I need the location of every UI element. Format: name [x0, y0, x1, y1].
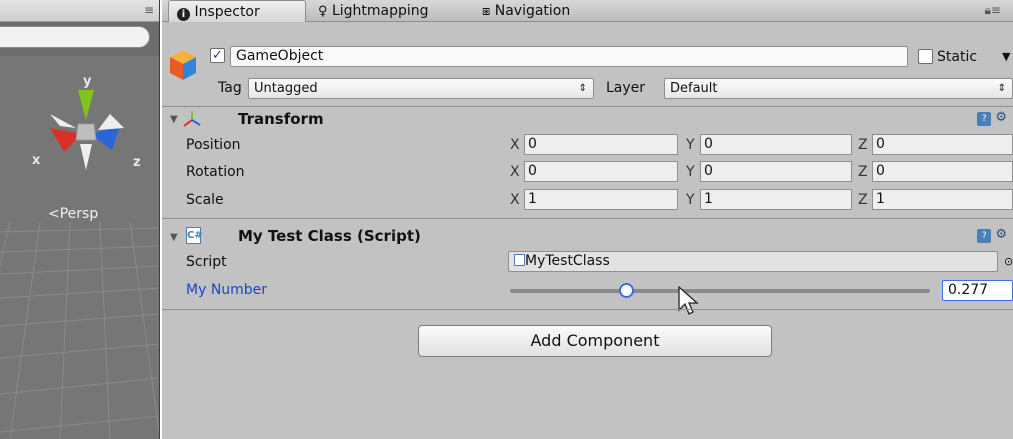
z-label: Z: [858, 137, 868, 153]
popup-arrows-icon: ⇕: [578, 83, 587, 94]
layer-dropdown[interactable]: Default ⇕: [664, 78, 1013, 99]
tab-label: Navigation: [494, 3, 571, 19]
tab-lightmapping[interactable]: ♀ Lightmapping: [310, 0, 470, 22]
axis-label-x: x: [32, 153, 41, 168]
script-object-field[interactable]: MyTestClass: [508, 251, 998, 272]
navigation-icon: ⧆: [482, 4, 491, 19]
separator: [162, 106, 1013, 107]
object-picker-icon[interactable]: ⊙: [1004, 252, 1013, 272]
static-checkbox[interactable]: [918, 49, 933, 64]
y-label: Y: [686, 164, 695, 180]
help-gear-icons[interactable]: ? ⚙: [977, 110, 1007, 126]
x-label: X: [510, 164, 520, 180]
z-label: Z: [858, 192, 868, 208]
separator: [162, 218, 1013, 219]
tab-label: Inspector: [194, 4, 260, 20]
projection-toggle[interactable]: <Persp: [48, 206, 98, 222]
tab-bar: i Inspector ♀ Lightmapping ⧆ Navigation …: [162, 0, 1013, 22]
script-file-icon: [514, 254, 525, 266]
position-y-field[interactable]: 0: [700, 134, 852, 155]
static-label: Static: [937, 49, 978, 65]
inspector-panel: i Inspector ♀ Lightmapping ⧆ Navigation …: [162, 0, 1013, 439]
tag-label: Tag: [218, 80, 242, 96]
neg-y-cone: [80, 144, 92, 170]
my-number-label: My Number: [186, 282, 268, 298]
y-label: Y: [686, 137, 695, 153]
tag-dropdown[interactable]: Untagged ⇕: [248, 78, 594, 99]
tab-inspector[interactable]: i Inspector: [168, 0, 306, 22]
y-axis-cone: [78, 90, 94, 120]
popup-arrows-icon: ⇕: [997, 83, 1006, 94]
script-component-title: My Test Class (Script): [238, 227, 421, 245]
script-value: MyTestClass: [525, 253, 610, 269]
help-icon[interactable]: ?: [977, 229, 992, 243]
x-label: X: [510, 137, 520, 153]
chevron-down-icon[interactable]: ▼: [1002, 47, 1010, 67]
foldout-arrow-icon[interactable]: ▼: [170, 114, 178, 125]
scene-grid: [0, 222, 159, 439]
help-icon[interactable]: ?: [977, 112, 992, 126]
rotation-y-field[interactable]: 0: [700, 161, 852, 182]
scene-view[interactable]: ≡ y x z <Persp: [0, 0, 160, 439]
layer-label: Layer: [606, 80, 646, 96]
gear-icon[interactable]: ⚙: [995, 227, 1007, 242]
neg-z-cone: [50, 114, 76, 128]
rotation-x-field[interactable]: 0: [524, 161, 678, 182]
x-label: X: [510, 192, 520, 208]
scene-toolbar: ≡: [0, 0, 159, 22]
gear-icon[interactable]: ⚙: [995, 110, 1007, 125]
chevron-left-icon: <: [48, 206, 60, 222]
scale-z-field[interactable]: 1: [872, 189, 1013, 210]
neg-x-cone: [98, 114, 124, 130]
help-gear-icons[interactable]: ? ⚙: [977, 227, 1007, 243]
bulb-icon: ♀: [318, 4, 328, 19]
z-label: Z: [858, 164, 868, 180]
mouse-cursor-icon: [678, 286, 699, 315]
position-z-field[interactable]: 0: [872, 134, 1013, 155]
layer-value: Default: [670, 81, 718, 96]
lock-icon[interactable]: 🔒︎≡: [985, 3, 1001, 18]
foldout-arrow-icon[interactable]: ▼: [170, 232, 178, 243]
rotation-label: Rotation: [186, 164, 245, 180]
active-checkbox[interactable]: ✓: [210, 48, 225, 63]
info-icon: i: [177, 8, 190, 21]
axis-label-z: z: [133, 155, 141, 170]
tag-value: Untagged: [254, 81, 318, 96]
position-label: Position: [186, 137, 241, 153]
scale-label: Scale: [186, 192, 224, 208]
center-cube: [75, 123, 97, 141]
transform-icon: [183, 111, 201, 127]
scene-search-input[interactable]: [0, 26, 150, 48]
gameobject-name-field[interactable]: GameObject: [230, 46, 908, 67]
rotation-z-field[interactable]: 0: [872, 161, 1013, 182]
separator: [162, 309, 1013, 310]
script-label: Script: [186, 254, 227, 270]
tab-label: Lightmapping: [331, 3, 429, 19]
tab-navigation[interactable]: ⧆ Navigation: [474, 0, 624, 22]
my-number-slider-handle[interactable]: [619, 283, 635, 298]
scale-y-field[interactable]: 1: [700, 189, 852, 210]
persp-label: Persp: [59, 206, 99, 222]
menu-icon[interactable]: ≡: [144, 3, 154, 17]
axis-label-y: y: [83, 74, 92, 89]
scale-x-field[interactable]: 1: [524, 189, 678, 210]
my-number-slider-track[interactable]: [510, 289, 930, 293]
my-number-field[interactable]: 0.277: [942, 280, 1013, 301]
gameobject-cube-icon: [170, 50, 196, 80]
script-file-icon: C#: [186, 227, 203, 244]
transform-title: Transform: [238, 110, 324, 128]
add-component-button[interactable]: Add Component: [418, 325, 772, 357]
position-x-field[interactable]: 0: [524, 134, 678, 155]
y-label: Y: [686, 192, 695, 208]
